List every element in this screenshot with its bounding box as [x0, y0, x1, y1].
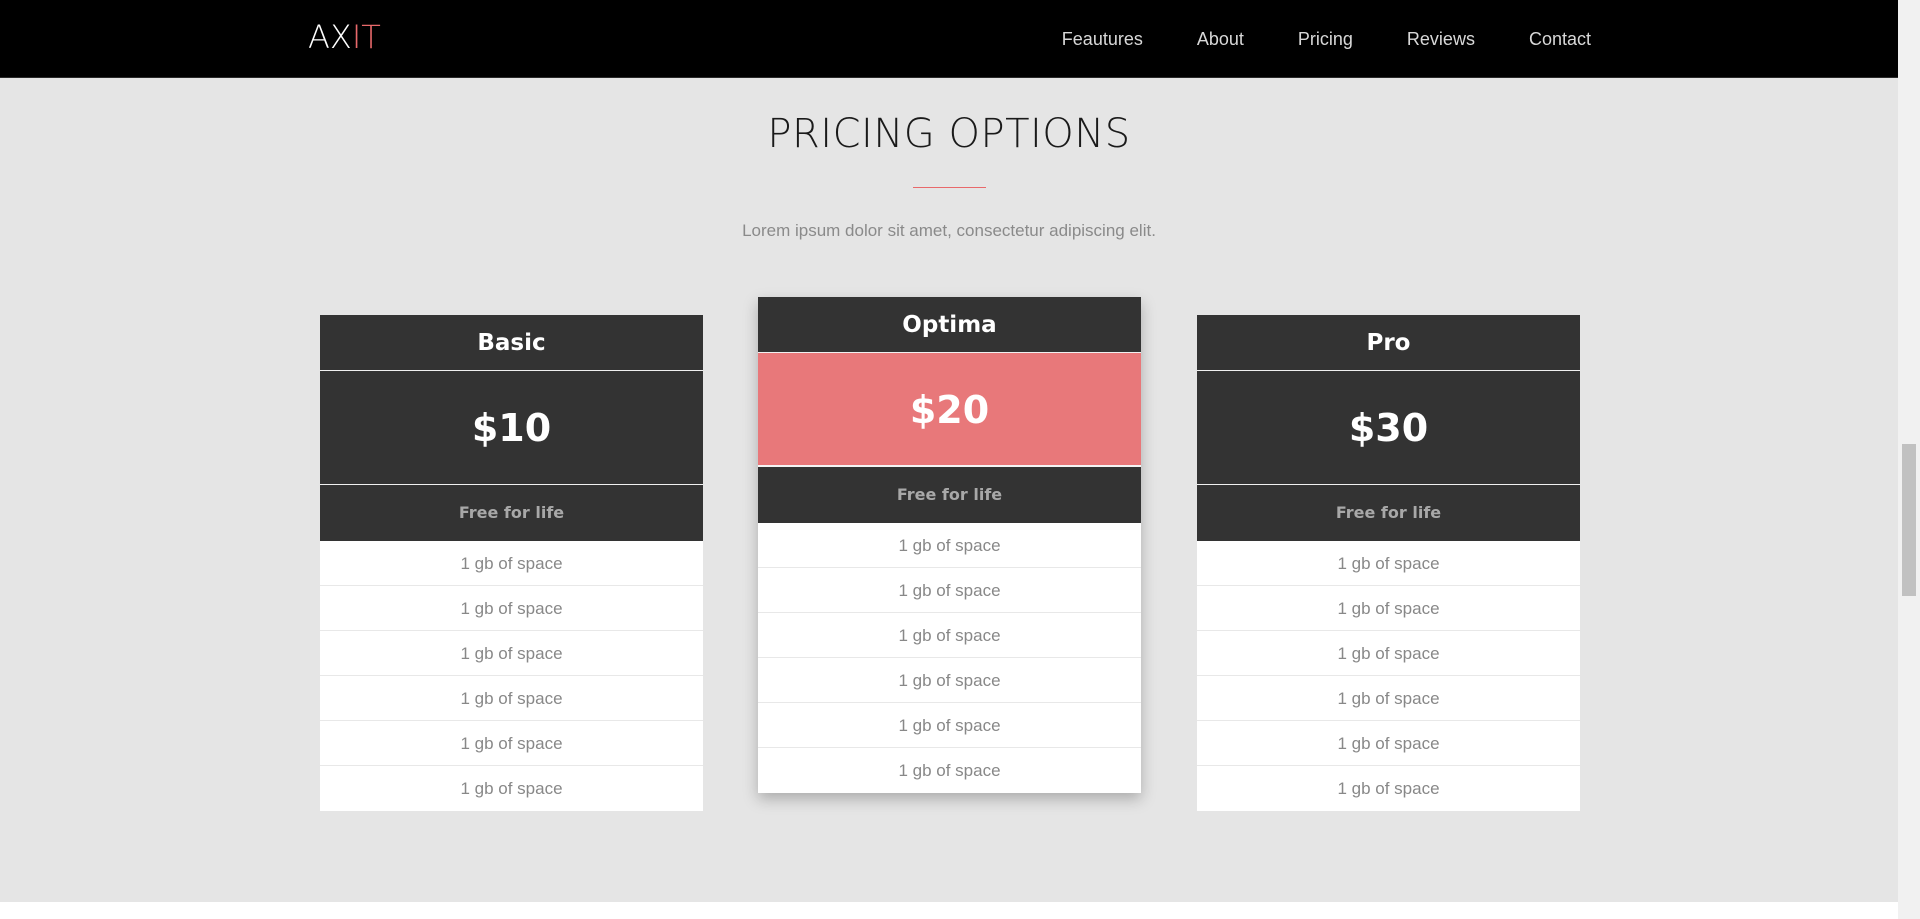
- pricing-card-optima: Optima $20 Free for life 1 gb of space 1…: [758, 297, 1141, 793]
- vertical-scrollbar[interactable]: [1898, 0, 1920, 919]
- plan-tagline: Free for life: [758, 467, 1141, 523]
- plan-tagline: Free for life: [1197, 485, 1580, 541]
- plan-feature: 1 gb of space: [1197, 676, 1580, 721]
- scrollbar-thumb[interactable]: [1902, 444, 1916, 596]
- plan-price: $20: [758, 353, 1141, 467]
- plan-tagline: Free for life: [320, 485, 703, 541]
- plan-feature: 1 gb of space: [320, 676, 703, 721]
- top-navbar: AXIT Feautures About Pricing Reviews Con…: [0, 0, 1898, 78]
- plan-name: Pro: [1197, 315, 1580, 371]
- page: AXIT Feautures About Pricing Reviews Con…: [0, 0, 1920, 919]
- nav-link-contact[interactable]: Contact: [1502, 29, 1591, 50]
- pricing-card-pro: Pro $30 Free for life 1 gb of space 1 gb…: [1197, 315, 1580, 811]
- plan-feature: 1 gb of space: [320, 721, 703, 766]
- plan-feature: 1 gb of space: [1197, 541, 1580, 586]
- nav-links: Feautures About Pricing Reviews Contact: [1035, 0, 1591, 78]
- nav-link-reviews[interactable]: Reviews: [1380, 29, 1502, 50]
- plan-feature: 1 gb of space: [758, 523, 1141, 568]
- nav-link-about[interactable]: About: [1170, 29, 1271, 50]
- section-title: PRICING OPTIONS: [767, 111, 1131, 157]
- nav-link-features[interactable]: Feautures: [1035, 29, 1170, 50]
- plan-feature: 1 gb of space: [1197, 586, 1580, 631]
- nav-link-pricing[interactable]: Pricing: [1271, 29, 1380, 50]
- plan-feature: 1 gb of space: [320, 541, 703, 586]
- plan-feature: 1 gb of space: [320, 586, 703, 631]
- plan-feature: 1 gb of space: [758, 568, 1141, 613]
- brand-logo-part-a: AX: [308, 18, 352, 56]
- plan-name: Basic: [320, 315, 703, 371]
- plan-feature: 1 gb of space: [1197, 766, 1580, 811]
- pricing-card-basic: Basic $10 Free for life 1 gb of space 1 …: [320, 315, 703, 811]
- brand-logo[interactable]: AXIT: [308, 18, 381, 56]
- title-divider: [913, 187, 986, 188]
- plan-feature: 1 gb of space: [758, 613, 1141, 658]
- plan-feature: 1 gb of space: [1197, 631, 1580, 676]
- next-section-edge: [0, 902, 1898, 919]
- pricing-section: PRICING OPTIONS Lorem ipsum dolor sit am…: [0, 78, 1898, 902]
- plan-price: $10: [320, 371, 703, 485]
- plan-feature: 1 gb of space: [758, 748, 1141, 793]
- brand-logo-part-b: IT: [351, 18, 381, 56]
- plan-feature: 1 gb of space: [320, 766, 703, 811]
- plan-feature: 1 gb of space: [320, 631, 703, 676]
- plan-feature: 1 gb of space: [1197, 721, 1580, 766]
- plan-price: $30: [1197, 371, 1580, 485]
- plan-name: Optima: [758, 297, 1141, 353]
- section-subtitle: Lorem ipsum dolor sit amet, consectetur …: [742, 221, 1156, 240]
- plan-feature: 1 gb of space: [758, 658, 1141, 703]
- plan-feature: 1 gb of space: [758, 703, 1141, 748]
